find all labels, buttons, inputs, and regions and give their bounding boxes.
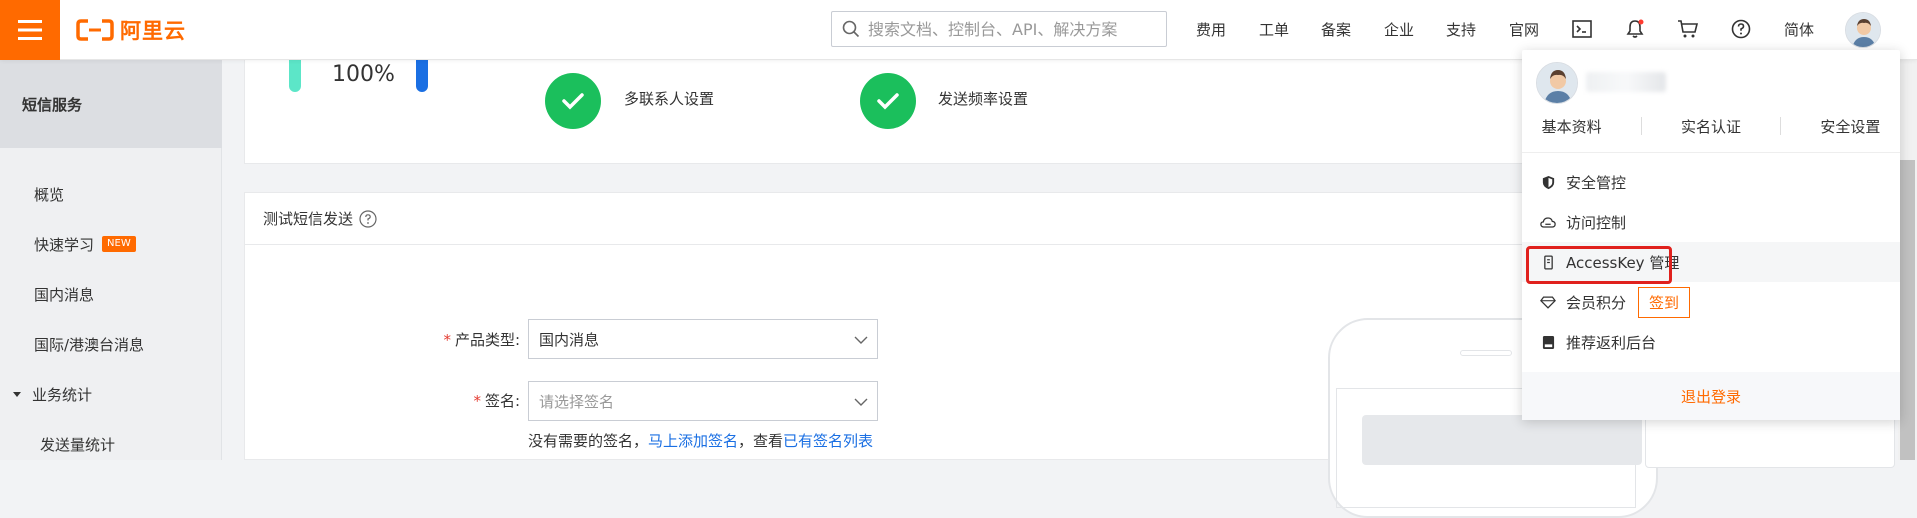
logout-button[interactable]: 退出登录 [1522,372,1900,420]
panel-header: 测试短信发送 [245,193,1543,245]
sidebar-item-send-stats[interactable]: 发送量统计 [0,422,222,466]
user-avatar[interactable] [1845,12,1881,48]
logo-text: 阿里云 [120,19,186,43]
gauge-left-bar [289,60,301,92]
bell-icon[interactable] [1623,17,1647,41]
add-sign-link[interactable]: 马上添加签名 [648,432,738,450]
sign-placeholder: 请选择签名 [539,392,615,411]
nav-official-site[interactable]: 官网 [1509,19,1539,40]
chevron-down-icon [854,336,868,344]
check-circle-icon [545,73,601,129]
sidebar: 短信服务 概览 快速学习 NEW 国内消息 国际/港澳台消息 业务统计 发送量统… [0,60,222,460]
nav-enterprise[interactable]: 企业 [1384,19,1414,40]
aliyun-logo-mark-icon [76,19,114,41]
security-settings-link[interactable]: 安全设置 [1820,116,1880,137]
sidebar-item-label: 业务统计 [32,385,93,404]
sidebar-item-label: 发送量统计 [40,435,116,454]
menu-item-label: 会员积分 [1566,293,1627,312]
sidebar-item-statistics[interactable]: 业务统计 [0,372,222,416]
sign-in-button[interactable]: 签到 [1638,286,1691,318]
scrollbar-thumb[interactable] [1900,160,1915,460]
message-bubble [1362,415,1642,465]
search-input[interactable] [868,19,1158,39]
new-badge: NEW [102,236,136,252]
cloud-icon [1540,214,1556,230]
menu-icon[interactable] [0,0,60,60]
sidebar-item-domestic[interactable]: 国内消息 [0,272,222,316]
annotation-highlight [1526,246,1672,284]
menu-item-label: 安全管控 [1566,173,1627,192]
divider [1522,152,1900,153]
menu-item-label: 推荐返利后台 [1566,333,1657,352]
help-circle-icon[interactable] [1729,17,1753,41]
nav-icp[interactable]: 备案 [1321,19,1351,40]
diamond-icon [1540,294,1556,310]
sign-hint: 没有需要的签名，马上添加签名，查看已有签名列表 [528,430,873,451]
check-circle-icon [860,73,916,129]
required-mark: * [443,331,451,349]
search-icon [842,20,860,38]
product-type-label-text: 产品类型: [454,331,520,349]
sidebar-item-quick-learn[interactable]: 快速学习 NEW [0,222,222,266]
menu-item-points[interactable]: 会员积分 签到 [1522,282,1900,322]
book-icon [1540,334,1556,350]
required-mark: * [473,392,481,410]
nav-support[interactable]: 支持 [1446,19,1476,40]
profile-link[interactable]: 基本资料 [1542,116,1602,137]
product-type-select[interactable]: 国内消息 [528,319,878,359]
menu-item-access-control[interactable]: 访问控制 [1522,202,1900,242]
hint-mid: ，查看 [738,432,784,450]
user-avatar [1536,62,1578,104]
verification-link[interactable]: 实名认证 [1681,116,1741,137]
search-box[interactable] [831,11,1167,47]
shield-icon [1540,174,1556,190]
sidebar-item-international[interactable]: 国际/港澳台消息 [0,322,222,366]
username-blurred [1586,72,1666,92]
sidebar-item-label: 快速学习 [34,235,95,254]
nav-tickets[interactable]: 工单 [1259,19,1289,40]
caret-down-icon [13,392,21,397]
hint-prefix: 没有需要的签名， [528,432,649,450]
gauge-right-bar [416,60,428,92]
divider [1640,117,1642,135]
sidebar-item-label: 概览 [34,185,65,204]
question-icon[interactable] [359,209,377,228]
sign-label: * 签名: [420,390,520,411]
product-type-label: * 产品类型: [420,329,520,350]
nav-fees[interactable]: 费用 [1196,19,1226,40]
menu-item-security-control[interactable]: 安全管控 [1522,162,1900,202]
phone-speaker [1460,350,1512,356]
menu-item-referral[interactable]: 推荐返利后台 [1522,322,1900,362]
sidebar-item-label: 国际/港澳台消息 [34,335,145,354]
sidebar-item-overview[interactable]: 概览 [0,172,222,216]
chevron-down-icon [854,398,868,406]
gauge-percent: 100% [332,62,395,87]
sign-label-text: 签名: [484,392,520,410]
account-links: 基本资料 实名认证 安全设置 [1522,113,1900,139]
terminal-icon[interactable] [1570,17,1594,41]
sign-select[interactable]: 请选择签名 [528,381,878,421]
divider [1780,117,1782,135]
language-switch[interactable]: 简体 [1784,19,1814,40]
aliyun-logo[interactable]: 阿里云 [76,16,186,44]
sidebar-title: 短信服务 [0,60,222,148]
cart-icon[interactable] [1676,17,1700,41]
panel-title: 测试短信发送 [263,210,354,228]
sign-list-link[interactable]: 已有签名列表 [783,432,873,450]
user-menu: 基本资料 实名认证 安全设置 安全管控 访问控制 AccessKey 管理 会员… [1522,50,1900,420]
sidebar-item-label: 国内消息 [34,285,95,304]
check-label-frequency: 发送频率设置 [938,90,1029,108]
check-label-contacts: 多联系人设置 [624,90,715,108]
product-type-value: 国内消息 [539,330,600,349]
menu-item-label: 访问控制 [1566,213,1627,232]
